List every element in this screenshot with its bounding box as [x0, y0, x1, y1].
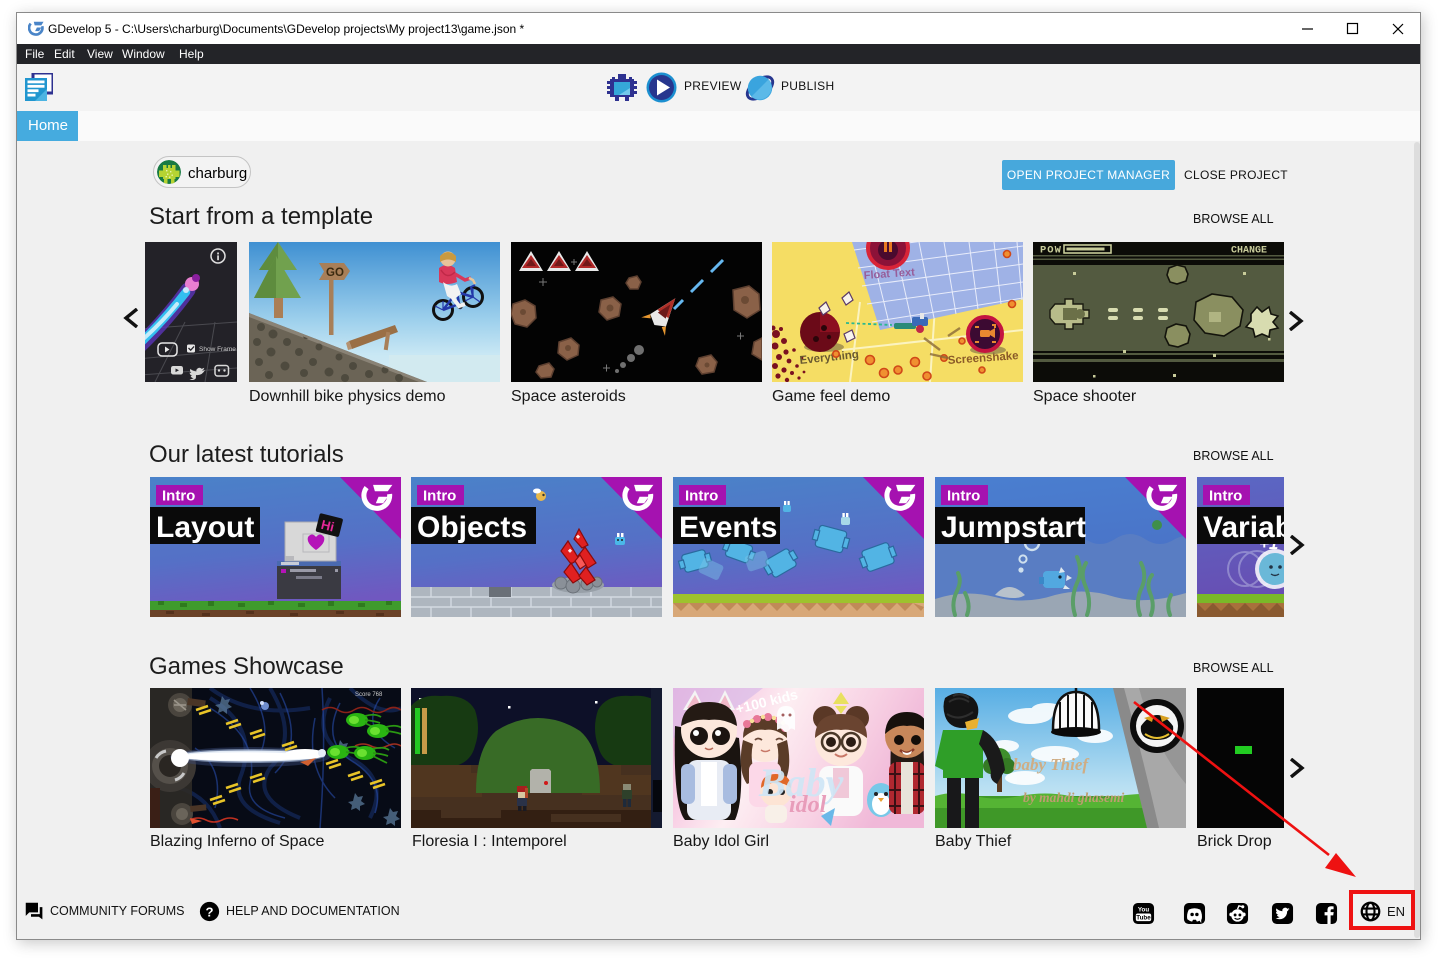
svg-text:Variables: Variables	[1203, 511, 1284, 544]
svg-text:Intro: Intro	[1209, 488, 1242, 505]
svg-text:baby Thief: baby Thief	[1013, 755, 1090, 774]
svg-text:Intro: Intro	[685, 488, 718, 505]
svg-text:CHANGE: CHANGE	[1231, 246, 1267, 257]
svg-text:by mahdi ghasemi: by mahdi ghasemi	[1023, 790, 1125, 805]
svg-text:Intro: Intro	[162, 488, 195, 505]
svg-text:Jumpstart: Jumpstart	[941, 511, 1086, 544]
svg-text:POW: POW	[1040, 245, 1062, 257]
svg-text:Tube: Tube	[1136, 915, 1151, 922]
svg-text:You: You	[1138, 907, 1149, 914]
svg-text:?: ?	[205, 904, 213, 919]
svg-text:Intro: Intro	[947, 488, 980, 505]
svg-text:Intro: Intro	[423, 488, 456, 505]
svg-text:Score 768: Score 768	[355, 692, 383, 698]
svg-text:GO: GO	[326, 267, 344, 279]
svg-text:Layout: Layout	[156, 511, 254, 544]
svg-text:idol: idol	[789, 792, 827, 818]
svg-text:Show Frame: Show Frame	[199, 346, 236, 353]
svg-text:Objects: Objects	[417, 511, 527, 544]
svg-text:Events: Events	[679, 511, 777, 544]
